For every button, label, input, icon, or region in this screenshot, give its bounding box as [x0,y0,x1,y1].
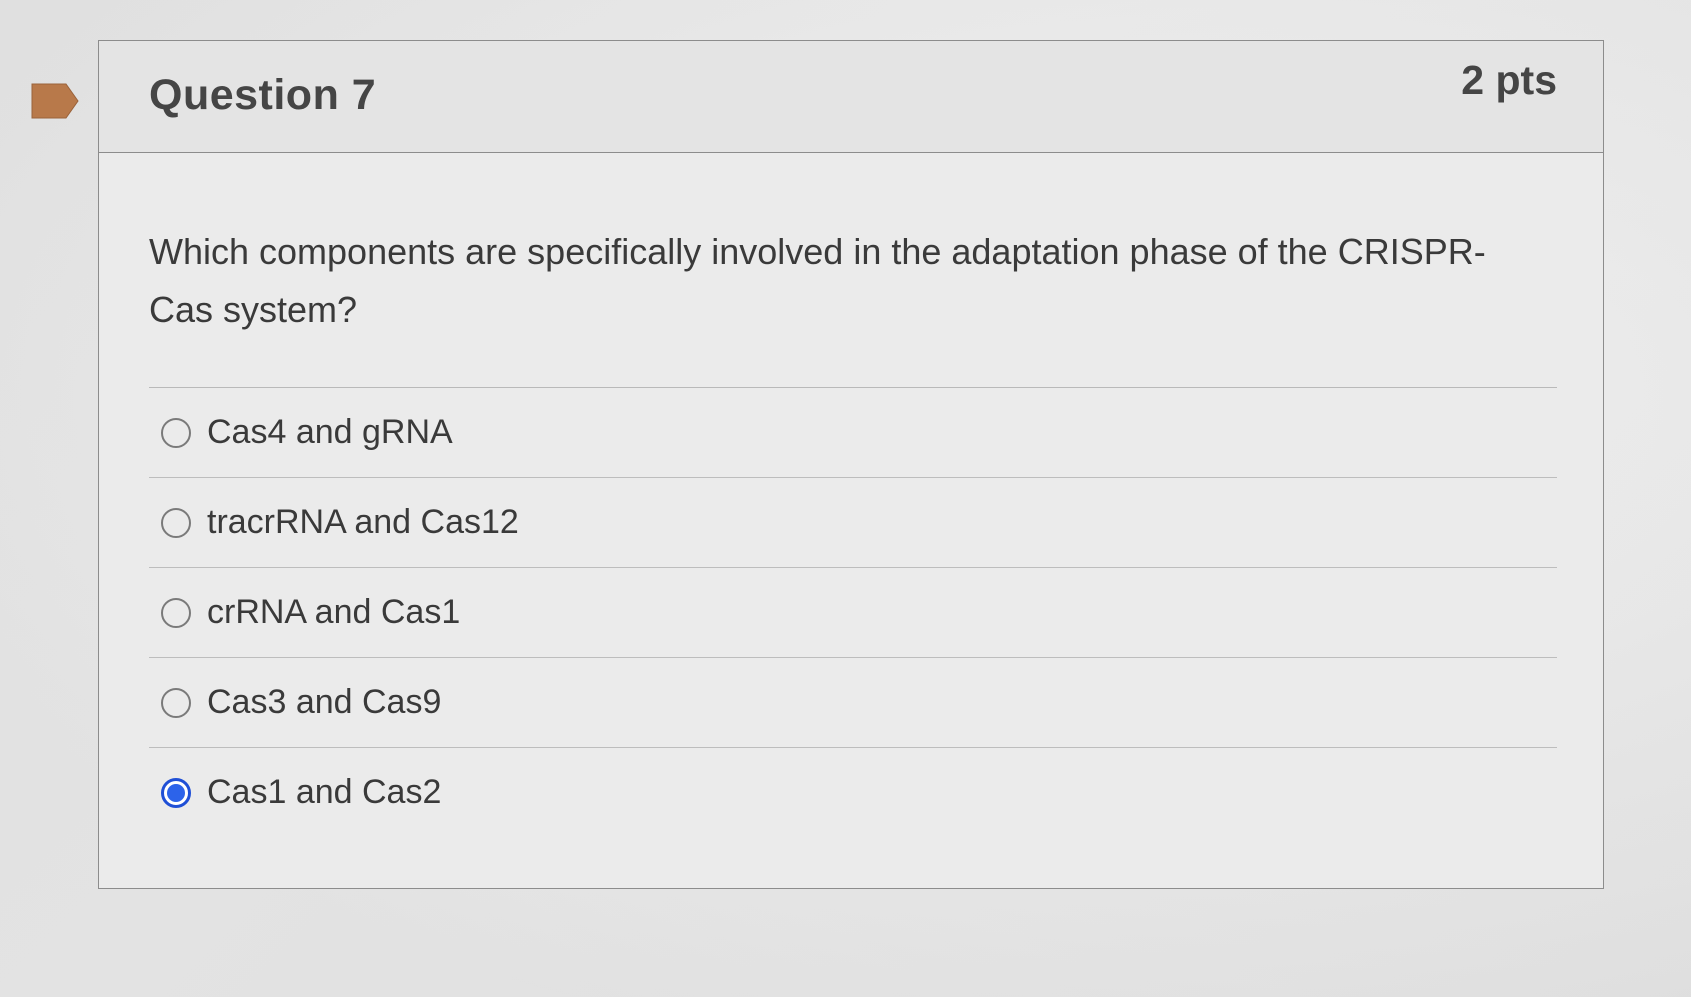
bookmark-flag-icon[interactable] [30,82,80,120]
answer-label: Cas4 and gRNA [207,413,453,451]
question-body: Which components are specifically involv… [99,153,1603,837]
answer-list: Cas4 and gRNA tracrRNA and Cas12 crRNA a… [149,387,1557,837]
answer-label: crRNA and Cas1 [207,593,461,631]
radio-button[interactable] [161,507,191,538]
answer-option[interactable]: Cas4 and gRNA [149,388,1557,478]
radio-button[interactable] [161,777,191,808]
answer-option[interactable]: Cas1 and Cas2 [149,748,1557,837]
question-title: Question 7 [149,71,377,119]
question-text: Which components are specifically involv… [149,231,1486,330]
answer-label: Cas3 and Cas9 [207,683,442,721]
radio-button[interactable] [161,687,191,718]
answer-option[interactable]: Cas3 and Cas9 [149,658,1557,748]
answer-option[interactable]: tracrRNA and Cas12 [149,478,1557,568]
radio-button[interactable] [161,597,191,628]
question-points: 2 pts [1461,57,1557,103]
answer-label: tracrRNA and Cas12 [207,503,519,541]
question-card: Question 7 2 pts Which components are sp… [98,40,1604,889]
answer-option[interactable]: crRNA and Cas1 [149,568,1557,658]
question-header: Question 7 2 pts [99,41,1603,153]
radio-button[interactable] [161,417,191,448]
answer-label: Cas1 and Cas2 [207,773,442,811]
